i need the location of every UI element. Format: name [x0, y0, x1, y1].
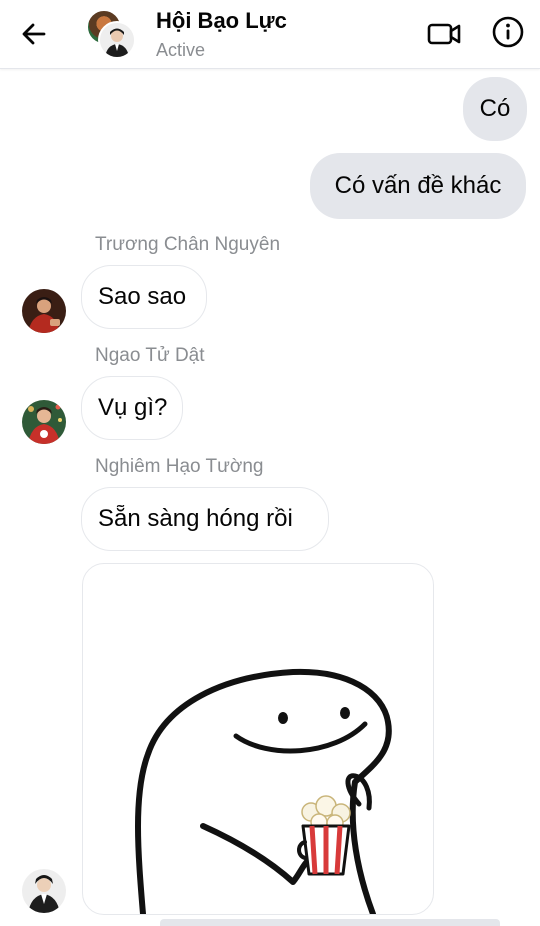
video-camera-icon — [427, 23, 461, 45]
outgoing-message[interactable]: Có — [463, 77, 527, 141]
sender-name: Trương Chân Nguyên — [95, 234, 281, 255]
incoming-message[interactable]: Vụ gì? — [81, 376, 183, 440]
conversation-title[interactable]: Hội Bạo Lực — [156, 8, 287, 34]
avatar[interactable] — [22, 400, 66, 444]
back-button[interactable] — [14, 14, 54, 54]
conversation-info-button[interactable] — [488, 12, 528, 52]
conversation-header: Hội Bạo Lực Active — [0, 0, 540, 69]
incoming-message[interactable]: Sao sao — [81, 265, 207, 329]
message-text: Có vấn đề khác — [334, 172, 502, 199]
message-text: Có — [479, 95, 511, 122]
sender-name: Ngao Tử Dật — [95, 345, 205, 366]
active-status: Active — [156, 40, 206, 60]
group-avatar[interactable] — [86, 9, 136, 59]
avatar[interactable] — [22, 289, 66, 333]
info-icon — [492, 16, 524, 48]
sender-name: Nghiêm Hạo Tường — [95, 456, 264, 477]
group-avatar-member-2 — [98, 21, 136, 59]
next-message-edge — [160, 919, 500, 926]
outgoing-message[interactable]: Có vấn đề khác — [310, 153, 526, 219]
sticker-message[interactable] — [82, 563, 434, 915]
message-text: Sẵn sàng hóng rồi — [98, 505, 293, 532]
popcorn-meme-sticker — [135, 668, 392, 914]
avatar[interactable] — [22, 869, 66, 913]
arrow-left-icon — [22, 23, 46, 45]
message-text: Vụ gì? — [98, 394, 168, 421]
video-call-button[interactable] — [424, 14, 464, 54]
incoming-message[interactable]: Sẵn sàng hóng rồi — [81, 487, 329, 551]
message-text: Sao sao — [98, 283, 187, 310]
